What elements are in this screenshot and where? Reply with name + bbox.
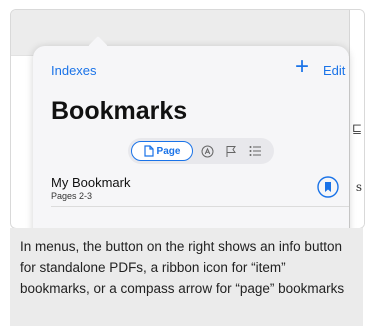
annotation-icon [201,145,213,157]
bookmark-type-segmented-control: Page [128,138,274,164]
ribbon-icon [317,176,339,198]
bookmark-pages: Pages 2-3 [51,191,93,201]
page-title: Bookmarks [51,97,188,125]
segment-page-label: Page [156,145,181,157]
page-icon [143,145,154,157]
segment-page[interactable]: Page [131,141,193,161]
segment-annotation[interactable] [198,142,216,160]
document-glyph: ⊑ [351,122,362,136]
list-icon [249,146,261,156]
indexes-back-button[interactable]: Indexes [51,63,97,78]
flag-icon [226,145,236,157]
segment-list[interactable] [246,142,264,160]
edit-button[interactable]: Edit [323,63,345,78]
caption-text: In menus, the button on the right shows … [10,228,363,326]
document-glyph: s [355,180,362,194]
segment-flag[interactable] [222,142,240,160]
bookmark-action-button[interactable] [317,176,339,198]
row-divider [51,206,349,207]
background-document-edge: ⊑ s [349,10,364,228]
screenshot-frame: ⊑ s Indexes + Edit Bookmarks Page My Boo… [10,9,365,229]
bookmarks-popover: Indexes + Edit Bookmarks Page My Bookmar… [33,36,349,228]
add-bookmark-button[interactable]: + [295,55,309,79]
bookmark-title[interactable]: My Bookmark [51,175,130,190]
